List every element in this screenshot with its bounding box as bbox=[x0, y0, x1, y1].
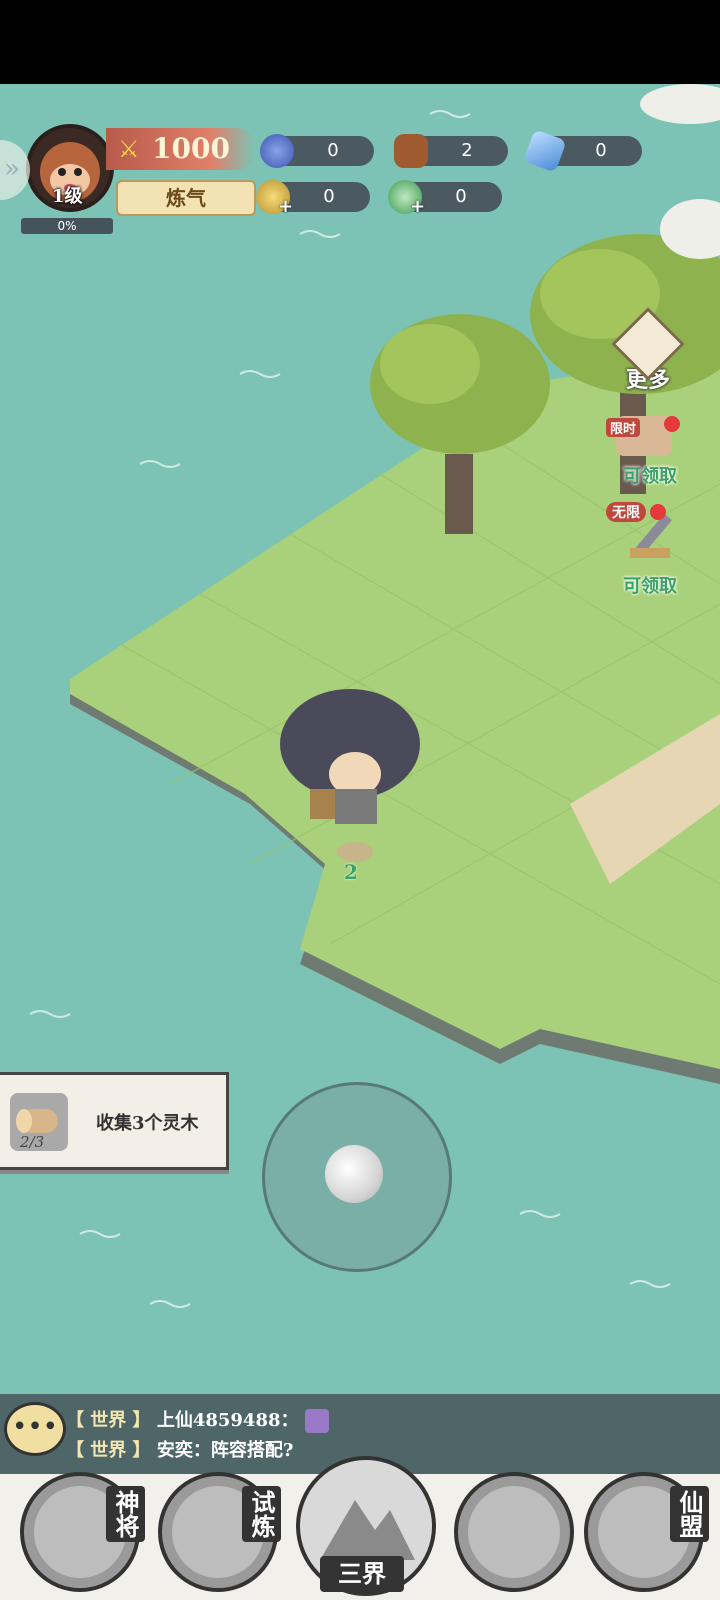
quest-text: 收集3个灵木 bbox=[96, 1113, 199, 1134]
resource-value: 0 bbox=[323, 186, 335, 207]
chevron-right-icon: » bbox=[4, 154, 20, 184]
exp-bar: 0% bbox=[21, 218, 113, 234]
limited-claim-label: 可领取 bbox=[623, 466, 677, 487]
resource-gold-coin[interactable]: + 0 bbox=[256, 180, 370, 217]
notification-dot bbox=[650, 504, 666, 520]
resource-crystal[interactable]: 0 bbox=[523, 129, 642, 173]
quest-progress: 2/3 bbox=[20, 1133, 45, 1151]
more-button[interactable]: 更多 bbox=[608, 307, 688, 394]
resource-value: 0 bbox=[327, 140, 339, 161]
spirit-orb-icon bbox=[260, 134, 294, 168]
resource-spirit-orb[interactable]: 0 bbox=[260, 134, 374, 168]
nav-chest[interactable] bbox=[454, 1472, 574, 1592]
combat-power: ⚔ 1000 bbox=[106, 128, 256, 170]
chat-message: 上仙4859488： bbox=[156, 1410, 299, 1431]
chat-channel: 【 世界 】 bbox=[66, 1410, 151, 1431]
resource-jade-ring[interactable]: + 0 bbox=[388, 180, 502, 217]
quest-panel[interactable]: 2/3 收集3个灵木 bbox=[0, 1072, 229, 1170]
virtual-joystick[interactable] bbox=[262, 1082, 452, 1272]
nav-trial-label: 试炼 bbox=[242, 1486, 281, 1542]
notification-dot bbox=[664, 416, 680, 432]
resource-wood[interactable]: 2 bbox=[394, 134, 508, 168]
infinite-tag: 无限 bbox=[606, 502, 646, 522]
chat-bubble-icon[interactable]: ••• bbox=[4, 1402, 66, 1456]
chat-line-1: 【 世界 】 上仙4859488： bbox=[66, 1406, 329, 1433]
chat-line-2: 【 世界 】 安奕：阵容搭配? bbox=[66, 1436, 293, 1462]
combat-power-value: 1000 bbox=[152, 132, 230, 165]
emoji-sticker-icon bbox=[304, 1409, 329, 1433]
player-level: 1级 bbox=[52, 186, 83, 207]
chat-message: 安奕：阵容搭配? bbox=[156, 1440, 294, 1461]
resource-value: 2 bbox=[461, 140, 473, 161]
limited-tag: 限时 bbox=[606, 418, 641, 437]
realm-badge[interactable]: 炼气 bbox=[116, 180, 256, 216]
nav-three-realms-label: 三界 bbox=[320, 1556, 404, 1592]
joystick-knob[interactable] bbox=[325, 1145, 383, 1203]
chat-channel: 【 世界 】 bbox=[66, 1440, 151, 1461]
infinite-event-button[interactable]: 无限 可领取 bbox=[606, 500, 694, 597]
limited-event-button[interactable]: 限时 可领取 bbox=[606, 416, 694, 487]
wood-log-icon bbox=[394, 134, 428, 168]
nav-alliance-label: 仙盟 bbox=[670, 1486, 709, 1542]
pickup-count: 2 bbox=[344, 860, 358, 884]
resource-value: 0 bbox=[595, 140, 607, 161]
nav-generals-label: 神将 bbox=[106, 1486, 145, 1542]
resource-value: 0 bbox=[455, 186, 467, 207]
crossed-swords-icon: ⚔ bbox=[118, 135, 140, 163]
treasure-chest-icon bbox=[468, 1486, 560, 1578]
bottom-nav: 神将 试炼 三界 仙盟 bbox=[0, 1456, 720, 1600]
status-bar bbox=[0, 0, 720, 84]
infinite-claim-label: 可领取 bbox=[623, 576, 677, 597]
